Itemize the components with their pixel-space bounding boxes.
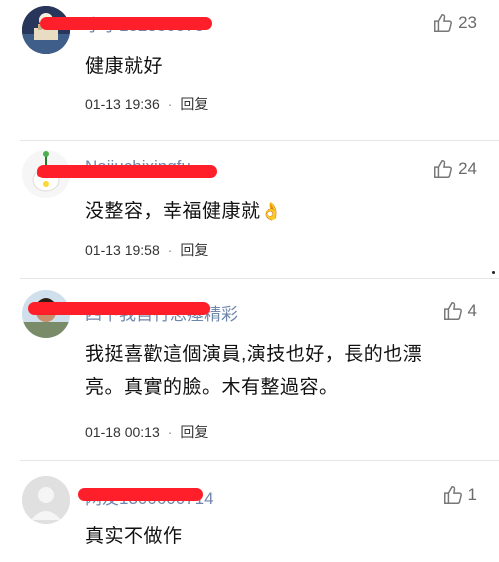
avatar[interactable] <box>22 476 70 524</box>
timestamp: 01-13 19:36 <box>85 96 160 112</box>
comment-text-line: 亮。真實的臉。木有整過容。 <box>85 377 339 398</box>
ok-hand-emoji-icon: 👌 <box>260 202 283 221</box>
comment-item: 四下我自行思瘞精彩 4 我挺喜歡這個演員,演技也好，長的也漂 亮。真實的臉。木有… <box>0 278 499 456</box>
comment-meta: 01-13 19:58 · 回复 <box>85 240 208 260</box>
separator-dot: · <box>167 424 173 440</box>
comment-text-content: 没整容，幸福健康就 <box>85 201 261 222</box>
default-avatar-icon <box>22 476 70 524</box>
timestamp: 01-13 19:58 <box>85 242 160 258</box>
comment-text: 我挺喜歡這個演員,演技也好，長的也漂 亮。真實的臉。木有整過容。 <box>85 338 422 404</box>
reply-button[interactable]: 回复 <box>180 94 208 114</box>
comment-meta: 01-13 19:36 · 回复 <box>85 94 208 114</box>
thumbs-up-icon <box>432 12 454 34</box>
thumbs-up-icon <box>432 158 454 180</box>
redaction-mark <box>28 302 210 315</box>
reply-button[interactable]: 回复 <box>180 240 208 260</box>
redaction-mark <box>78 488 203 501</box>
like-button[interactable]: 4 <box>442 300 477 322</box>
redaction-mark <box>40 17 212 30</box>
avatar-image <box>22 6 70 54</box>
like-count: 24 <box>458 159 477 178</box>
comment-text: 健康就好 <box>85 56 164 77</box>
comment-item: 小子152350575 23 健康就好 01-13 19:36 · 回复 <box>0 0 499 150</box>
avatar[interactable] <box>22 6 70 54</box>
like-button[interactable]: 23 <box>432 12 477 34</box>
separator-dot: · <box>167 242 173 258</box>
thumbs-up-icon <box>442 300 464 322</box>
comment-meta: 01-18 00:13 · 回复 <box>85 422 208 442</box>
like-button[interactable]: 24 <box>432 158 477 180</box>
redaction-mark <box>37 165 217 178</box>
comment-item: 网友1300600714 1 真实不做作 <box>0 460 499 562</box>
like-count: 23 <box>458 13 477 32</box>
timestamp: 01-18 00:13 <box>85 424 160 440</box>
thumbs-up-icon <box>442 484 464 506</box>
comment-item: Naiiuchixingfu 24 没整容，幸福健康就👌 01-13 19:58… <box>0 140 499 270</box>
comment-text-line: 我挺喜歡這個演員,演技也好，長的也漂 <box>85 344 423 365</box>
scroll-indicator-dot <box>492 271 495 274</box>
like-count: 4 <box>467 301 477 320</box>
separator-dot: · <box>167 96 173 112</box>
comment-text: 没整容，幸福健康就👌 <box>85 195 282 228</box>
reply-button[interactable]: 回复 <box>180 422 208 442</box>
like-count: 1 <box>467 485 477 504</box>
like-button[interactable]: 1 <box>442 484 477 506</box>
comment-text: 真实不做作 <box>85 526 183 547</box>
